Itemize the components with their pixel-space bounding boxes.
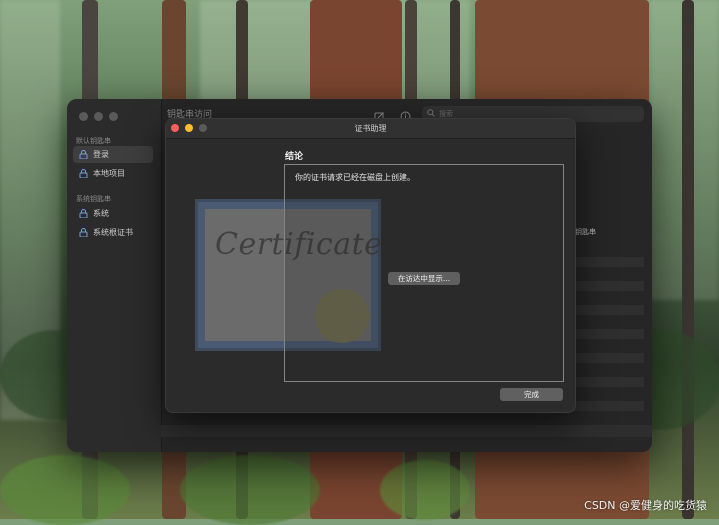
sidebar-item-local-items[interactable]: 本地项目 bbox=[73, 165, 153, 182]
zoom-button[interactable] bbox=[109, 112, 118, 121]
sidebar-item-system[interactable]: 系统 bbox=[73, 205, 153, 222]
window-controls bbox=[79, 112, 118, 121]
conclusion-message: 你的证书请求已经在磁盘上创建。 bbox=[295, 173, 415, 182]
sidebar-item-label: 系统 bbox=[93, 209, 109, 218]
conclusion-panel: 你的证书请求已经在磁盘上创建。 在访达中显示... bbox=[284, 164, 564, 382]
edit-icon[interactable] bbox=[374, 107, 385, 122]
lock-icon bbox=[79, 209, 88, 218]
lock-icon bbox=[79, 228, 88, 237]
sidebar-item-system-roots[interactable]: 系统根证书 bbox=[73, 224, 153, 241]
lock-icon bbox=[79, 150, 88, 159]
sidebar-item-login[interactable]: 登录 bbox=[73, 146, 153, 163]
keychain-sidebar: 默认钥匙串 登录 本地项目 系统钥匙串 系统 系统根证书 bbox=[67, 99, 162, 452]
dialog-title: 证书助理 bbox=[354, 124, 387, 133]
done-button[interactable]: 完成 bbox=[500, 388, 563, 401]
certificate-assistant-dialog: 证书助理 Certificate 结论 你的证书请求已经在磁盘上创建。 在访达中… bbox=[165, 118, 576, 413]
close-button[interactable] bbox=[79, 112, 88, 121]
sidebar-item-label: 登录 bbox=[93, 150, 109, 159]
sidebar-section-system: 系统钥匙串 bbox=[76, 195, 111, 203]
lock-icon bbox=[79, 169, 88, 178]
info-icon[interactable] bbox=[400, 107, 411, 122]
sidebar-item-label: 本地项目 bbox=[93, 169, 125, 178]
show-in-finder-button[interactable]: 在访达中显示... bbox=[388, 272, 460, 285]
keychain-status-bar bbox=[161, 425, 652, 437]
dialog-titlebar: 证书助理 bbox=[166, 119, 575, 139]
sidebar-section-default: 默认钥匙串 bbox=[76, 137, 111, 145]
minimize-button[interactable] bbox=[94, 112, 103, 121]
section-title: 结论 bbox=[285, 152, 304, 162]
watermark: CSDN @爱健身的吃货猿 bbox=[584, 499, 707, 512]
column-header-keychain[interactable]: 钥匙串 bbox=[575, 227, 596, 237]
sidebar-item-label: 系统根证书 bbox=[93, 228, 133, 237]
